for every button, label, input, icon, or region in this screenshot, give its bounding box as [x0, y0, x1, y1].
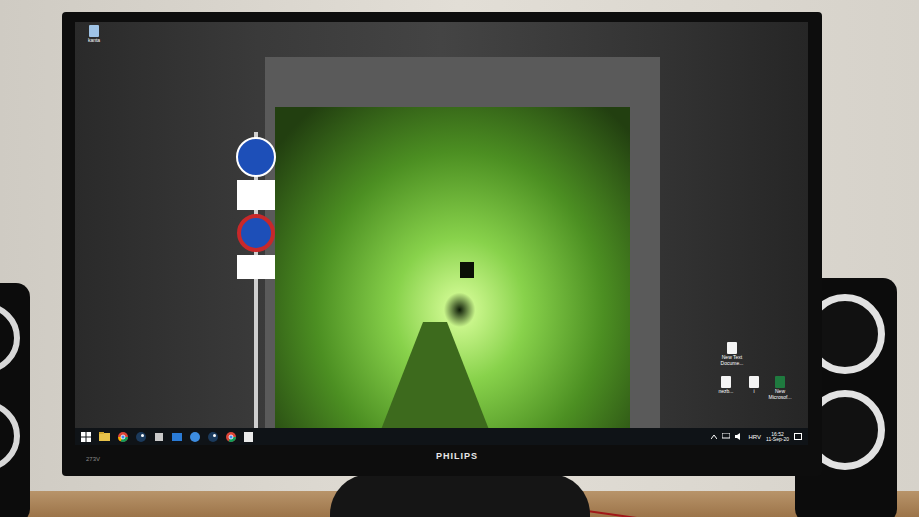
desktop-icon[interactable]: kanta [79, 25, 109, 44]
desktop-icon-label: i [739, 389, 769, 395]
language-indicator[interactable]: HRV [748, 434, 761, 440]
system-tray: HRV 16:52 11-Sep-20 [711, 432, 808, 442]
recycle-bin-icon [89, 25, 99, 37]
steam-icon[interactable] [208, 432, 218, 442]
sign-plate [237, 255, 275, 279]
windows-start-icon[interactable] [81, 432, 91, 442]
desktop-icon[interactable]: i [739, 376, 769, 395]
clock-date: 11-Sep-20 [766, 437, 789, 442]
chevron-up-icon[interactable] [711, 435, 717, 439]
desktop-icon-label: New Microsof... [765, 389, 795, 400]
left-speaker [0, 283, 30, 517]
desktop-icon-label: kanta [79, 38, 109, 44]
desktop-icon-label: nezb... [711, 389, 741, 395]
desktop: kanta New Text Docume... nezb...iNew Micro… [75, 22, 808, 445]
file-icon [727, 342, 737, 354]
file-icon [721, 376, 731, 388]
network-icon[interactable] [722, 433, 730, 440]
model-label: 273V [86, 456, 100, 462]
desktop-icon[interactable]: New Microsof... [765, 376, 795, 400]
volume-icon[interactable] [735, 433, 743, 440]
monitor-stand [330, 474, 590, 517]
file-explorer-icon[interactable] [99, 432, 110, 441]
tunnel-end [460, 262, 474, 278]
desktop-icon[interactable]: nezb... [711, 376, 741, 395]
desktop-icon-label: New Text Docume... [717, 355, 747, 366]
notification-icon[interactable] [794, 433, 802, 441]
monitor: kanta New Text Docume... nezb...iNew Micro… [62, 12, 822, 476]
chrome-icon[interactable] [226, 432, 236, 442]
photos-icon[interactable] [172, 432, 182, 442]
taskbar: HRV 16:52 11-Sep-20 [75, 428, 808, 445]
taskbar-apps [75, 432, 253, 442]
scene: kanta New Text Docume... nezb...iNew Micro… [0, 0, 919, 517]
sign-red [237, 214, 275, 252]
sign-plate [237, 180, 275, 210]
screen: kanta New Text Docume... nezb...iNew Micro… [75, 22, 808, 445]
desktop-icon[interactable]: New Text Docume... [717, 342, 747, 366]
steam-icon[interactable] [136, 432, 146, 442]
file-icon [775, 376, 785, 388]
file-icon [749, 376, 759, 388]
chrome-icon[interactable] [118, 432, 128, 442]
sign-blue [236, 137, 276, 177]
clock[interactable]: 16:52 11-Sep-20 [766, 432, 789, 442]
app-icon[interactable] [154, 432, 164, 442]
edge-icon[interactable] [190, 432, 200, 442]
brand-logo: PHILIPS [436, 452, 478, 461]
sign-pole [254, 132, 258, 445]
document-icon[interactable] [244, 432, 253, 442]
